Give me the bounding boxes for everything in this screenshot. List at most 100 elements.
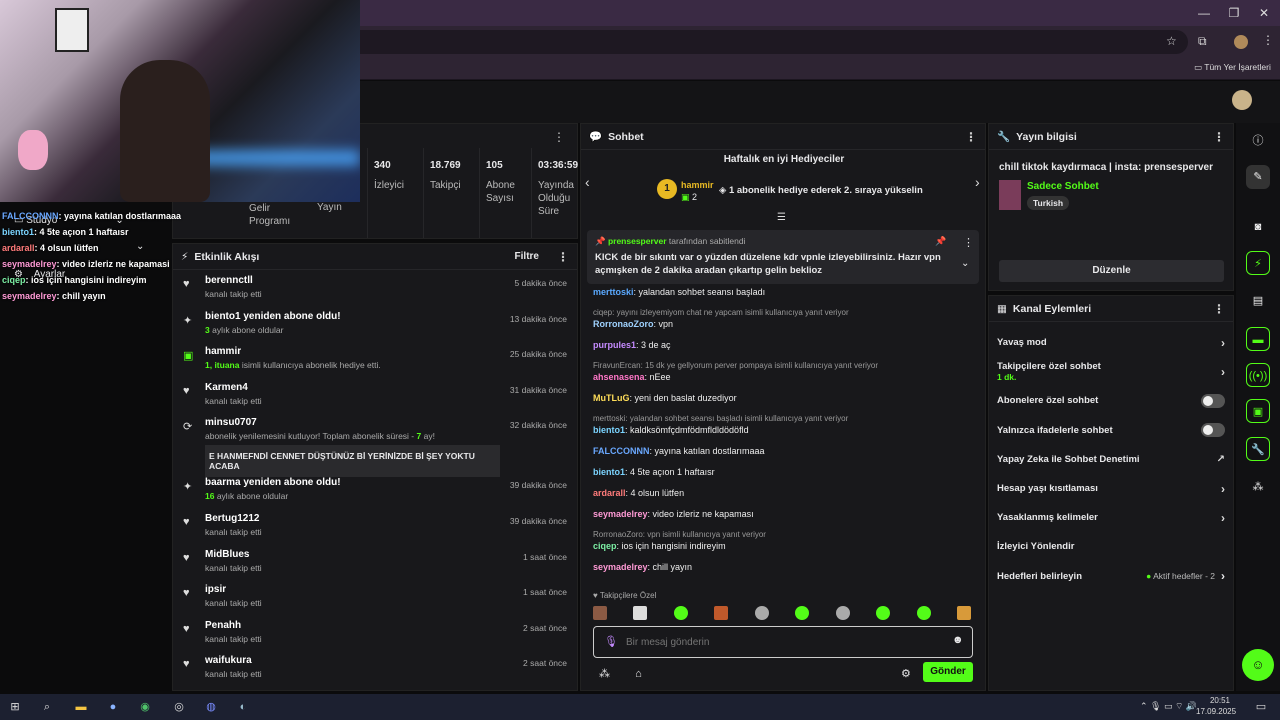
chat-username[interactable]: biento1 [593, 425, 625, 435]
emote-icon[interactable] [593, 606, 607, 620]
discord-icon[interactable]: ◍ [202, 698, 220, 716]
chrome-icon[interactable]: ◉ [136, 698, 154, 716]
emote-icon[interactable] [835, 606, 850, 620]
close-icon[interactable]: ✕ [1250, 4, 1278, 22]
steam-icon[interactable]: ◐ [234, 698, 252, 716]
chat-username[interactable]: seymadelrey [593, 509, 648, 519]
send-button[interactable]: Gönder [923, 662, 973, 682]
emote-icon[interactable] [673, 606, 688, 620]
file-explorer-icon[interactable]: ▬ [72, 698, 90, 716]
document-icon[interactable]: ▤ [1246, 289, 1270, 313]
broadcast-icon[interactable]: ((•)) [1246, 363, 1270, 387]
reply-context[interactable]: FiravunErcan: 15 dk ye gellyorum perver … [593, 360, 973, 371]
camera-icon[interactable]: ◙ [1246, 215, 1270, 239]
chat-username[interactable]: biento1 [593, 467, 625, 477]
toggle-switch[interactable] [1201, 423, 1225, 438]
toggle-switch[interactable] [1201, 393, 1225, 408]
chevron-right-icon[interactable]: › [975, 174, 980, 190]
chat-input[interactable] [626, 633, 946, 651]
channel-action-item[interactable]: Yalnızca ifadelerle sohbet [989, 416, 1233, 445]
clock-date[interactable]: 17.09.2025 [1196, 707, 1236, 716]
chat-username[interactable]: ardarall [593, 488, 626, 498]
chat-username[interactable]: FALCCONNN [593, 446, 650, 456]
activity-name[interactable]: berennctll [205, 274, 505, 288]
pinned-user[interactable]: prensesperver [608, 236, 667, 246]
profile-avatar[interactable] [1234, 35, 1248, 49]
browser-menu-icon[interactable]: ⋮ [1262, 33, 1274, 47]
store-icon[interactable]: ⌂ [635, 668, 642, 680]
points-icon[interactable]: ⁂ [1246, 475, 1270, 499]
info-menu-icon[interactable]: ⋮ [1213, 130, 1225, 144]
pinned-menu-icon[interactable]: ⋮ [963, 236, 974, 249]
category-thumbnail[interactable] [999, 180, 1021, 210]
actions-menu-icon[interactable]: ⋮ [1213, 302, 1225, 316]
reply-context[interactable]: RorronaoZoro: vpn isimli kullanıcıya yan… [593, 529, 973, 540]
activity-name[interactable]: biento1 yeniden abone oldu! [205, 310, 500, 324]
chat-username[interactable]: ciqep [593, 541, 617, 551]
info-icon[interactable]: ⓘ [1246, 129, 1270, 153]
mic-icon[interactable]: 🎙 [604, 635, 618, 648]
all-bookmarks-link[interactable]: ▭ Tüm Yer İşaretleri [1194, 62, 1271, 73]
activity-name[interactable]: Karmen4 [205, 381, 500, 395]
activity-menu-icon[interactable]: ⋮ [557, 250, 569, 264]
chat-bubble-icon[interactable]: ▬ [1246, 327, 1270, 351]
chat-menu-icon[interactable]: ⋮ [965, 130, 977, 144]
windows-start-icon[interactable]: ⊞ [6, 698, 24, 716]
user-avatar[interactable] [1232, 90, 1252, 110]
emote-icon[interactable] [916, 606, 931, 620]
wrench-icon[interactable]: 🔧 [1246, 437, 1270, 461]
activity-name[interactable]: Penahh [205, 619, 513, 633]
channel-action-item[interactable]: İzleyici Yönlendir [989, 532, 1233, 561]
app-icon[interactable]: ● [104, 698, 122, 716]
chat-username[interactable]: RorronaoZoro [593, 319, 654, 329]
search-icon[interactable]: ⌕ [38, 698, 56, 716]
channel-action-item[interactable]: Yapay Zeka ile Sohbet Denetimi ↗ [989, 445, 1233, 474]
extensions-icon[interactable]: ⧉ [1198, 34, 1207, 49]
chat-username[interactable]: merttoski [593, 287, 634, 297]
tray-icons[interactable]: ⌃ 🎙 ▭ ⌔ 🔊 [1140, 701, 1197, 712]
activity-name[interactable]: waifukura [205, 654, 513, 668]
pencil-icon[interactable]: ✎ [1246, 165, 1270, 189]
pin-icon[interactable]: 📌 [935, 236, 946, 247]
channel-action-item[interactable]: Yavaş mod › [989, 328, 1233, 357]
emote-icon[interactable] [876, 606, 891, 620]
emote-icon[interactable] [633, 606, 648, 620]
filter-button[interactable]: Filtre [515, 251, 539, 262]
emote-icon[interactable] [754, 606, 769, 620]
emote-icon[interactable] [795, 606, 810, 620]
reply-context[interactable]: ciqep: yayını izleyemiyom chat ne yapcam… [593, 307, 973, 318]
channel-action-item[interactable]: Yasaklanmış kelimeler › [989, 503, 1233, 532]
gear-icon[interactable]: ⚙ [901, 667, 911, 680]
edit-button[interactable]: Düzenle [999, 260, 1224, 282]
minimize-icon[interactable]: — [1190, 4, 1218, 22]
chat-username[interactable]: MuTLuG [593, 393, 630, 403]
channel-action-item[interactable]: Abonelere özel sohbet [989, 386, 1233, 415]
stats-menu-icon[interactable]: ⋮ [553, 130, 565, 144]
points-icon[interactable]: ⁂ [599, 668, 610, 680]
support-icon[interactable]: ☺ [1242, 649, 1274, 681]
bookmark-star-icon[interactable]: ☆ [1166, 34, 1177, 48]
layout-icon[interactable]: ▣ [1246, 399, 1270, 423]
chat-username[interactable]: ahsenasena [593, 372, 645, 382]
activity-name[interactable]: hammir [205, 345, 500, 359]
notification-icon[interactable]: ▭ [1252, 698, 1270, 716]
activity-name[interactable]: ipsir [205, 583, 513, 597]
channel-action-item[interactable]: Hesap yaşı kısıtlaması › [989, 474, 1233, 503]
chevron-left-icon[interactable]: ‹ [585, 174, 590, 190]
activity-name[interactable]: minsu0707 [205, 416, 500, 430]
chevron-down-icon[interactable]: ⌄ [961, 258, 969, 269]
category-link[interactable]: Sadece Sohbet [1027, 181, 1099, 192]
emoji-icon[interactable]: ☻ [952, 634, 964, 646]
bolt-icon[interactable]: ⚡ [1246, 251, 1270, 275]
channel-action-item[interactable]: Takipçilere özel sohbet 1 dk. › [989, 357, 1233, 386]
restore-icon[interactable]: ❐ [1220, 4, 1248, 22]
obs-icon[interactable]: ◎ [170, 698, 188, 716]
activity-name[interactable]: baarma yeniden abone oldu! [205, 476, 500, 490]
reply-context[interactable]: merttoski: yalandan sohbet seansı başlad… [593, 413, 973, 424]
clock-time[interactable]: 20:51 [1202, 696, 1230, 705]
activity-name[interactable]: Bertug1212 [205, 512, 500, 526]
activity-name[interactable]: MidBlues [205, 548, 513, 562]
expand-icon[interactable]: ☰ [777, 212, 786, 223]
chat-username[interactable]: purpules1 [593, 340, 636, 350]
channel-action-item[interactable]: Hedefleri belirleyin ● Aktif hedefler - 2… [989, 562, 1233, 591]
